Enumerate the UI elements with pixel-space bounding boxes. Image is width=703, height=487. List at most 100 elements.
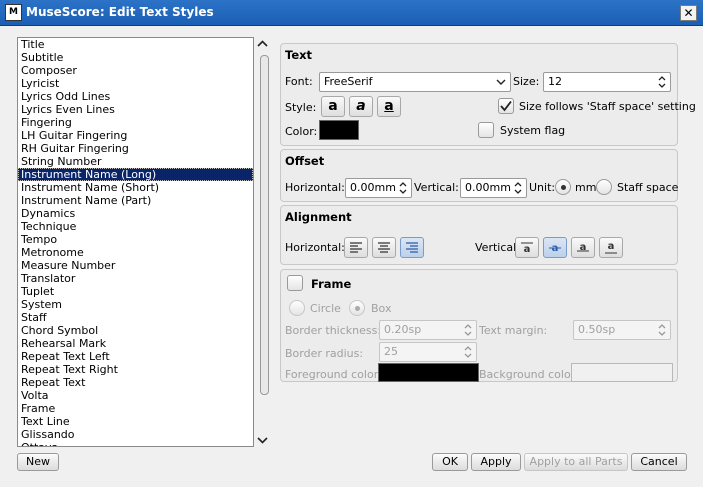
- align-left-button[interactable]: [344, 237, 368, 258]
- svg-text:a: a: [524, 244, 531, 255]
- text-margin-value: 0.50sp: [578, 323, 616, 336]
- list-item[interactable]: Composer: [18, 64, 253, 77]
- list-item[interactable]: Instrument Name (Short): [18, 181, 253, 194]
- list-item[interactable]: RH Guitar Fingering: [18, 142, 253, 155]
- valign-center-button[interactable]: a: [543, 237, 567, 258]
- foreground-color-swatch[interactable]: [378, 363, 479, 382]
- spin-arrows-icon[interactable]: [463, 343, 473, 361]
- cancel-button[interactable]: Cancel: [631, 453, 687, 471]
- list-item[interactable]: Repeat Text: [18, 376, 253, 389]
- list-item[interactable]: Tempo: [18, 233, 253, 246]
- offset-vertical-value: 0.00mm: [465, 181, 511, 194]
- font-select[interactable]: FreeSerif: [319, 72, 511, 92]
- musescore-app-icon: M: [5, 4, 22, 21]
- frame-group-title: Frame: [311, 277, 352, 291]
- offset-vertical-spinbox[interactable]: 0.00mm: [460, 178, 527, 198]
- valign-bottom-button[interactable]: a: [599, 237, 623, 258]
- list-item[interactable]: Lyrics Even Lines: [18, 103, 253, 116]
- list-item[interactable]: Glissando: [18, 428, 253, 441]
- valign-baseline-button[interactable]: a: [571, 237, 595, 258]
- list-item[interactable]: System: [18, 298, 253, 311]
- list-item[interactable]: Repeat Text Left: [18, 350, 253, 363]
- alignment-group-title: Alignment: [285, 210, 352, 224]
- bold-button[interactable]: a: [321, 96, 345, 117]
- list-item[interactable]: Translator: [18, 272, 253, 285]
- styles-list-scrollbar[interactable]: [255, 37, 270, 447]
- valign-center-icon: a: [549, 243, 561, 254]
- system-flag-checkbox[interactable]: [478, 122, 494, 138]
- text-margin-label: Text margin:: [479, 324, 548, 337]
- checkmark-icon: [500, 100, 512, 112]
- align-center-button[interactable]: [372, 237, 396, 258]
- unit-mm-radio[interactable]: [555, 179, 571, 195]
- spin-arrows-icon[interactable]: [657, 321, 667, 339]
- list-item[interactable]: Instrument Name (Long): [18, 168, 253, 181]
- list-item[interactable]: String Number: [18, 155, 253, 168]
- ok-button[interactable]: OK: [432, 453, 468, 471]
- underline-button[interactable]: a: [377, 96, 401, 117]
- frame-circle-radio[interactable]: [289, 300, 305, 316]
- list-item[interactable]: Chord Symbol: [18, 324, 253, 337]
- apply-to-all-parts-button[interactable]: Apply to all Parts: [524, 453, 628, 471]
- frame-box-radio[interactable]: [349, 300, 365, 316]
- size-follows-checkbox[interactable]: [498, 98, 514, 114]
- align-center-icon: [378, 242, 390, 253]
- list-item[interactable]: Repeat Text Right: [18, 363, 253, 376]
- alignment-vertical-label: Vertical:: [475, 241, 520, 254]
- italic-button[interactable]: a: [349, 96, 373, 117]
- scroll-down-icon[interactable]: [255, 433, 270, 447]
- scroll-track[interactable]: [258, 53, 269, 429]
- list-item[interactable]: LH Guitar Fingering: [18, 129, 253, 142]
- spin-arrows-icon[interactable]: [657, 73, 667, 91]
- scroll-thumb[interactable]: [260, 55, 269, 395]
- size-spinbox[interactable]: 12: [543, 72, 671, 92]
- border-radius-value: 25: [384, 345, 398, 358]
- align-left-icon: [350, 242, 362, 253]
- list-item[interactable]: Volta: [18, 389, 253, 402]
- valign-baseline-icon: a: [577, 242, 589, 253]
- text-margin-spinbox[interactable]: 0.50sp: [573, 320, 671, 340]
- list-item[interactable]: Lyricist: [18, 77, 253, 90]
- list-item[interactable]: Tuplet: [18, 285, 253, 298]
- valign-top-button[interactable]: a: [515, 237, 539, 258]
- scroll-up-icon[interactable]: [255, 37, 270, 51]
- spin-arrows-icon[interactable]: [398, 179, 408, 197]
- list-item[interactable]: Rehearsal Mark: [18, 337, 253, 350]
- offset-group-title: Offset: [285, 154, 325, 168]
- list-item[interactable]: Text Line: [18, 415, 253, 428]
- border-thickness-spinbox[interactable]: 0.20sp: [379, 320, 477, 340]
- background-color-swatch[interactable]: [571, 363, 673, 382]
- list-item[interactable]: Dynamics: [18, 207, 253, 220]
- list-item[interactable]: Fingering: [18, 116, 253, 129]
- border-radius-spinbox[interactable]: 25: [379, 342, 477, 362]
- text-styles-list[interactable]: Title Subtitle Composer Lyricist Lyrics Odd …: [17, 37, 254, 447]
- list-item[interactable]: Staff: [18, 311, 253, 324]
- offset-horizontal-spinbox[interactable]: 0.00mm: [345, 178, 412, 198]
- valign-bottom-icon: a: [605, 241, 617, 254]
- spin-arrows-icon[interactable]: [513, 179, 523, 197]
- list-item[interactable]: Lyrics Odd Lines: [18, 90, 253, 103]
- list-item[interactable]: Instrument Name (Part): [18, 194, 253, 207]
- style-label: Style:: [285, 101, 317, 114]
- list-item[interactable]: Title: [18, 38, 253, 51]
- spin-arrows-icon[interactable]: [463, 321, 473, 339]
- italic-icon: a: [356, 98, 366, 114]
- text-color-swatch[interactable]: [319, 120, 359, 140]
- list-item[interactable]: Measure Number: [18, 259, 253, 272]
- frame-checkbox[interactable]: [287, 275, 303, 291]
- alignment-horizontal-label: Horizontal:: [285, 241, 345, 254]
- list-item[interactable]: Technique: [18, 220, 253, 233]
- font-value: FreeSerif: [324, 75, 373, 88]
- close-button[interactable]: ✕: [680, 5, 697, 21]
- unit-staff-space-radio[interactable]: [596, 179, 612, 195]
- new-button[interactable]: New: [17, 453, 59, 471]
- border-radius-label: Border radius:: [285, 347, 364, 360]
- align-right-button[interactable]: [400, 237, 424, 258]
- list-item[interactable]: Metronome: [18, 246, 253, 259]
- list-item[interactable]: Frame: [18, 402, 253, 415]
- offset-vertical-label: Vertical:: [414, 181, 459, 194]
- list-item[interactable]: Ottava: [18, 441, 253, 446]
- unit-mm-label: mm: [575, 181, 597, 194]
- list-item[interactable]: Subtitle: [18, 51, 253, 64]
- apply-button[interactable]: Apply: [471, 453, 521, 471]
